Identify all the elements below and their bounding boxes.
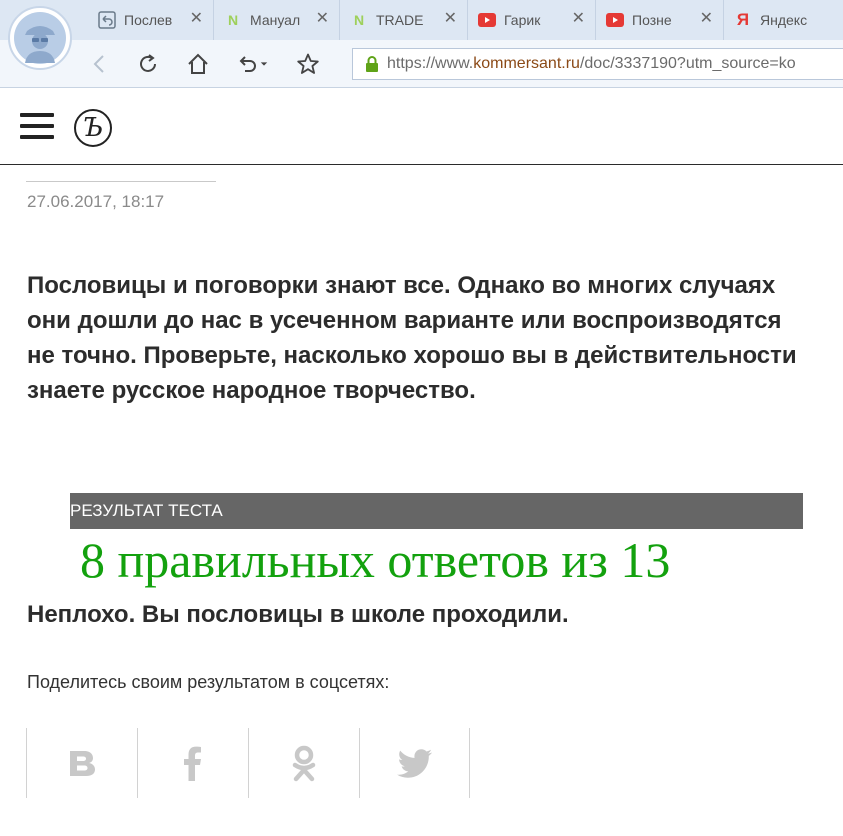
home-button[interactable] — [184, 50, 212, 78]
tab-garik[interactable]: Гарик ✕ — [468, 0, 596, 40]
bookmark-button[interactable] — [294, 50, 322, 78]
result-score: 8 правильных ответов из 13 — [80, 532, 671, 588]
tab-title: Позне — [632, 12, 672, 28]
close-icon[interactable]: ✕ — [700, 11, 713, 27]
tab-proverbs[interactable]: Послев ✕ — [88, 0, 214, 40]
tab-title: TRADE — [376, 12, 424, 28]
close-icon[interactable]: ✕ — [190, 11, 203, 27]
browser-tab-bar: Послев ✕ N Мануал ✕ N TRADE ✕ Гарик ✕ По… — [0, 0, 843, 40]
youtube-icon — [478, 11, 496, 29]
share-twitter-button[interactable] — [359, 728, 470, 798]
tab-trade[interactable]: N TRADE ✕ — [340, 0, 468, 40]
share-prompt: Поделитесь своим результатом в соцсетях: — [27, 672, 390, 692]
yandex-icon: Я — [736, 10, 750, 29]
reload-button[interactable] — [134, 50, 162, 78]
home-icon — [188, 53, 208, 74]
tab-pozner[interactable]: Позне ✕ — [596, 0, 724, 40]
publish-date: 27.06.2017, 18:17 — [27, 192, 165, 211]
back-arrow-icon — [98, 11, 116, 29]
close-icon[interactable]: ✕ — [444, 11, 457, 27]
tab-title: Мануал — [250, 12, 301, 28]
url-prefix: https://www. — [387, 55, 474, 72]
address-field[interactable]: https://www. kommersant.ru/doc/3337190?ut… — [352, 48, 843, 80]
kommersant-logo[interactable]: Ъ — [74, 109, 112, 147]
tab-yandex[interactable]: Я Яндекс — [724, 0, 843, 40]
vk-icon — [70, 751, 95, 776]
divider — [26, 181, 216, 182]
star-icon — [297, 53, 319, 74]
share-facebook-button[interactable] — [137, 728, 248, 798]
tab-title: Гарик — [504, 12, 541, 28]
menu-icon[interactable] — [20, 113, 54, 139]
facebook-icon — [184, 746, 201, 781]
tab-title: Яндекс — [760, 12, 808, 28]
undo-icon — [239, 56, 256, 72]
twitter-icon — [396, 749, 432, 778]
lock-icon — [366, 56, 378, 72]
tab-manual[interactable]: N Мануал ✕ — [214, 0, 340, 40]
url-domain: kommersant.ru — [473, 55, 580, 72]
incognito-user-icon — [14, 12, 66, 64]
article-lead: Пословицы и поговорки знают все. Однако … — [27, 272, 797, 404]
n-icon: N — [227, 12, 239, 28]
url-path: /doc/3337190?utm_source=ko — [579, 55, 796, 72]
share-vk-button[interactable] — [26, 728, 137, 798]
tab-title: Послев — [124, 12, 173, 28]
n-icon: N — [353, 12, 365, 28]
reload-icon — [140, 54, 156, 72]
share-buttons — [26, 728, 470, 798]
youtube-icon — [606, 11, 624, 29]
odnoklassniki-icon — [292, 745, 316, 782]
site-header: Ъ — [0, 89, 843, 165]
result-label: РЕЗУЛЬТАТ ТЕСТА — [70, 501, 223, 520]
share-ok-button[interactable] — [248, 728, 359, 798]
result-header: РЕЗУЛЬТАТ ТЕСТА — [70, 493, 803, 529]
close-icon[interactable]: ✕ — [572, 11, 585, 27]
close-icon[interactable]: ✕ — [316, 11, 329, 27]
profile-avatar[interactable] — [8, 6, 72, 70]
undo-close-tab-button[interactable] — [232, 50, 272, 78]
chevron-left-icon — [93, 55, 104, 73]
browser-toolbar: https://www. kommersant.ru/doc/3337190?ut… — [0, 40, 843, 88]
back-button[interactable] — [86, 50, 114, 78]
caret-down-icon — [260, 62, 268, 66]
result-verdict: Неплохо. Вы пословицы в школе проходили. — [27, 601, 569, 628]
